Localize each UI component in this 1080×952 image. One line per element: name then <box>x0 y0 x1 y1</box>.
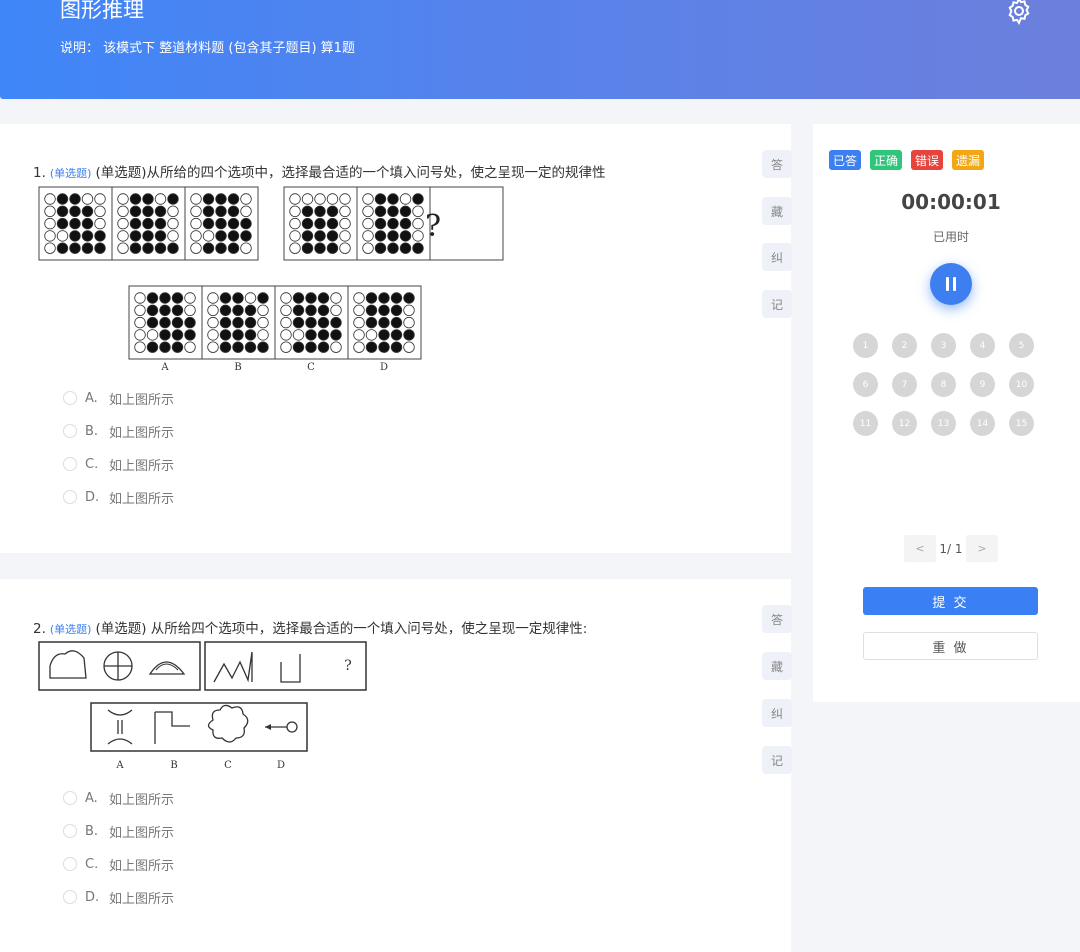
option-d[interactable]: D. 如上图所示 <box>63 488 175 507</box>
question-mark-text: ? <box>425 209 441 244</box>
legend-correct: 正确 <box>870 150 903 170</box>
mode-description: 说明： 该模式下 整道材料题 (包含其子题目) 算1题 <box>60 41 355 56</box>
next-page-button[interactable]: > <box>966 535 998 562</box>
radio-button[interactable] <box>63 424 77 438</box>
note-button[interactable]: 记 <box>762 746 792 774</box>
question-card-2: 2. (单选题) (单选题) 从所给四个选项中，选择最合适的一个填入问号处，使之呈现… <box>0 579 791 952</box>
radio-button[interactable] <box>63 490 77 504</box>
timer-display: 00:00:01 <box>901 190 1001 214</box>
radio-button[interactable] <box>63 857 77 871</box>
radio-button[interactable] <box>63 824 77 838</box>
option-letter: A. <box>85 790 98 806</box>
option-letter: C. <box>85 856 99 872</box>
legend-wrong: 错误 <box>911 150 944 170</box>
option-c[interactable]: C. 如上图所示 <box>63 855 175 874</box>
note-button[interactable]: 记 <box>762 290 792 318</box>
question-type-tag: (单选题) <box>49 623 92 636</box>
option-b[interactable]: B. 如上图所示 <box>63 422 175 441</box>
option-letter: D. <box>85 489 100 505</box>
favorite-button[interactable]: 藏 <box>762 652 792 680</box>
option-letter: C. <box>85 456 99 472</box>
gear-icon[interactable] <box>1004 0 1034 26</box>
submit-button[interactable]: 提 交 <box>863 587 1038 615</box>
question-number: 2. <box>33 621 46 637</box>
question-type-tag: (单选题) <box>49 167 92 180</box>
question-figure-shapes: ? A B C D <box>38 641 367 770</box>
option-letter: B. <box>85 423 99 439</box>
answer-button[interactable]: 答 <box>762 605 792 633</box>
question-number-5[interactable]: 5 <box>1009 333 1034 358</box>
figure-label-c: C <box>224 760 232 770</box>
question-number-15[interactable]: 15 <box>1009 411 1034 436</box>
question-number-10[interactable]: 10 <box>1009 372 1034 397</box>
figure-label-a: A <box>160 362 169 373</box>
option-a[interactable]: A. 如上图所示 <box>63 389 175 408</box>
option-letter: D. <box>85 889 100 905</box>
question-card-1: 1. (单选题) (单选题)从所给的四个选项中，选择最合适的一个填入问号处，使之呈现… <box>0 124 791 553</box>
question-number-9[interactable]: 9 <box>970 372 995 397</box>
timer-label: 已用时 <box>932 230 969 244</box>
radio-button[interactable] <box>63 391 77 405</box>
radio-button[interactable] <box>63 791 77 805</box>
option-text: 如上图所示 <box>109 425 175 441</box>
answer-button[interactable]: 答 <box>762 150 792 178</box>
favorite-button[interactable]: 藏 <box>762 197 792 225</box>
legend-answered: 已答 <box>829 150 862 170</box>
question-number-1[interactable]: 1 <box>853 333 878 358</box>
radio-button[interactable] <box>63 890 77 904</box>
pause-button[interactable] <box>930 263 972 305</box>
page-title: 图形推理 <box>60 0 144 22</box>
legend-missed: 遗漏 <box>952 150 985 170</box>
report-error-button[interactable]: 纠 <box>762 243 792 271</box>
redo-button[interactable]: 重 做 <box>863 632 1038 660</box>
option-letter: A. <box>85 390 98 406</box>
question-title: 1. (单选题) (单选题)从所给的四个选项中，选择最合适的一个填入问号处，使之呈现… <box>33 161 606 181</box>
figure-label-d: D <box>277 760 285 770</box>
question-number: 1. <box>33 165 46 181</box>
question-number-4[interactable]: 4 <box>970 333 995 358</box>
option-text: 如上图所示 <box>109 792 175 808</box>
option-c[interactable]: C. 如上图所示 <box>63 455 175 474</box>
question-number-11[interactable]: 11 <box>853 411 878 436</box>
answer-sheet-panel: 已答 正确 错误 遗漏 00:00:01 已用时 1 2 3 4 5 6 7 8 9 10 11 12… <box>813 124 1080 702</box>
question-text: (单选题)从所给的四个选项中，选择最合适的一个填入问号处，使之呈现一定的规律性 <box>95 165 606 181</box>
radio-button[interactable] <box>63 457 77 471</box>
page-header: 图形推理 说明： 该模式下 整道材料题 (包含其子题目) 算1题 <box>0 0 1080 99</box>
option-letter: B. <box>85 823 99 839</box>
figure-label-d: D <box>380 362 388 373</box>
report-error-button[interactable]: 纠 <box>762 699 792 727</box>
option-text: 如上图所示 <box>109 825 175 841</box>
question-number-3[interactable]: 3 <box>931 333 956 358</box>
question-number-12[interactable]: 12 <box>892 411 917 436</box>
prev-page-button[interactable]: < <box>904 535 936 562</box>
option-text: 如上图所示 <box>109 392 175 408</box>
question-number-7[interactable]: 7 <box>892 372 917 397</box>
option-text: 如上图所示 <box>109 858 175 874</box>
option-text: 如上图所示 <box>109 491 175 507</box>
question-title: 2. (单选题) (单选题) 从所给四个选项中，选择最合适的一个填入问号处，使之呈现… <box>33 617 587 637</box>
figure-label-a: A <box>115 760 124 770</box>
figure-label-b: B <box>234 362 241 373</box>
figure-label-b: B <box>170 760 177 770</box>
option-d[interactable]: D. 如上图所示 <box>63 888 175 907</box>
page-indicator: 1/ 1 <box>939 541 963 556</box>
question-text: (单选题) 从所给四个选项中，选择最合适的一个填入问号处，使之呈现一定规律性: <box>95 621 588 637</box>
option-text: 如上图所示 <box>109 891 175 907</box>
question-number-14[interactable]: 14 <box>970 411 995 436</box>
question-number-13[interactable]: 13 <box>931 411 956 436</box>
option-text: 如上图所示 <box>109 458 175 474</box>
question-number-6[interactable]: 6 <box>853 372 878 397</box>
option-b[interactable]: B. 如上图所示 <box>63 822 175 841</box>
option-a[interactable]: A. 如上图所示 <box>63 789 175 808</box>
figure-label-c: C <box>307 362 315 373</box>
question-mark-text: ? <box>344 658 352 674</box>
question-number-2[interactable]: 2 <box>892 333 917 358</box>
question-mark: ? <box>425 209 441 244</box>
question-number-8[interactable]: 8 <box>931 372 956 397</box>
